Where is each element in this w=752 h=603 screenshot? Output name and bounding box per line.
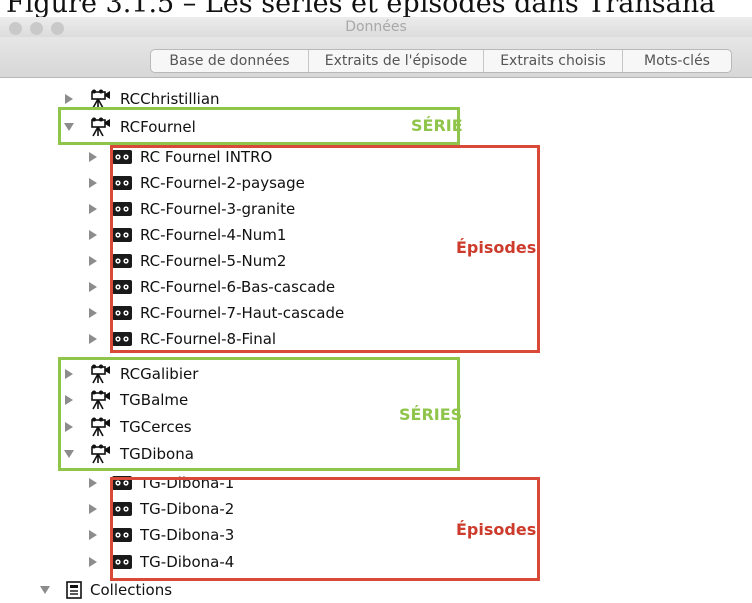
expand-triangle-icon[interactable]	[86, 150, 100, 164]
collection-icon	[66, 581, 82, 599]
expand-triangle-icon[interactable]	[86, 502, 100, 516]
figure-caption: Figure 3.1.5 – Les séries et épisodes da…	[6, 0, 716, 17]
annotation-label-episodes: Épisodes	[456, 520, 537, 539]
annotation-label-episodes: Épisodes	[456, 238, 537, 257]
window-title: Données	[345, 19, 407, 35]
annotation-label-serie: SÉRIE	[411, 116, 463, 135]
database-tree: RCChristillian RCFournel RC Fournel INTR…	[0, 77, 752, 599]
video-camera-icon	[90, 89, 112, 109]
window-titlebar: Données	[0, 17, 752, 37]
tab-extraits-episode[interactable]: Extraits de l'épisode	[309, 50, 484, 72]
expand-triangle-icon[interactable]	[86, 176, 100, 190]
expand-triangle-icon[interactable]	[86, 202, 100, 216]
expand-triangle-icon[interactable]	[62, 92, 76, 106]
expand-triangle-icon[interactable]	[86, 555, 100, 569]
tab-extraits-choisis[interactable]: Extraits choisis	[484, 50, 623, 72]
expand-triangle-icon[interactable]	[86, 476, 100, 490]
expand-triangle-icon[interactable]	[86, 306, 100, 320]
segmented-tabs: Base de données Extraits de l'épisode Ex…	[150, 49, 732, 73]
tab-base-de-donnees[interactable]: Base de données	[151, 50, 309, 72]
expand-triangle-icon[interactable]	[86, 280, 100, 294]
expand-triangle-icon[interactable]	[86, 332, 100, 346]
expand-triangle-icon[interactable]	[86, 228, 100, 242]
annotation-box-serie	[58, 107, 460, 145]
expand-triangle-icon[interactable]	[86, 528, 100, 542]
tab-bar: Base de données Extraits de l'épisode Ex…	[0, 37, 752, 78]
collapse-triangle-icon[interactable]	[38, 583, 52, 597]
expand-triangle-icon[interactable]	[86, 254, 100, 268]
tab-mots-cles[interactable]: Mots-clés	[623, 50, 731, 72]
annotation-label-series: SÉRIES	[399, 405, 463, 424]
